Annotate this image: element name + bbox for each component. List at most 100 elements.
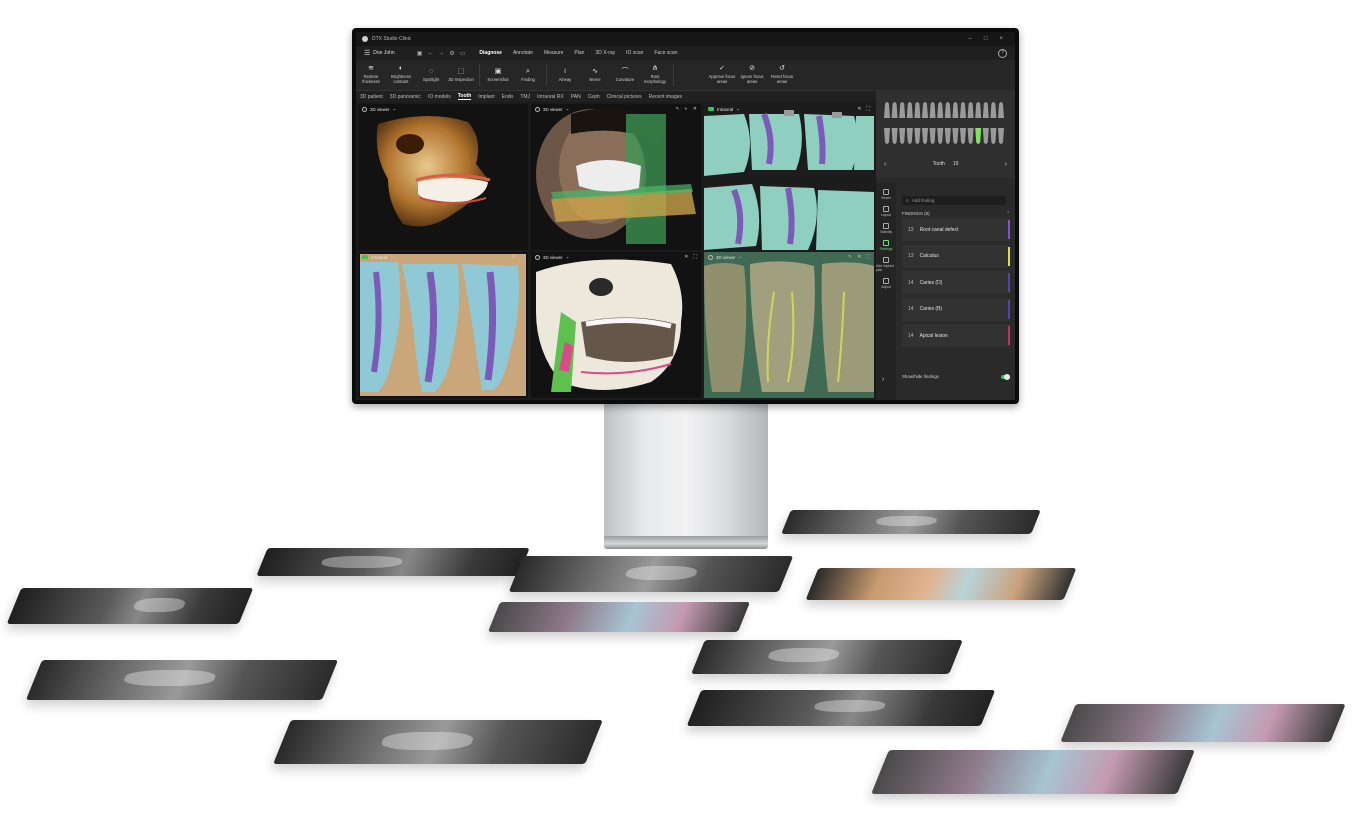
view-tab-ceph[interactable]: Ceph [588, 94, 600, 100]
tooth[interactable] [944, 102, 951, 118]
tooth[interactable] [937, 128, 944, 144]
pane-label[interactable]: 3D viewer [543, 107, 563, 112]
finding-item[interactable]: 14 Apical lesion [902, 324, 1010, 347]
toolbar-button-airway[interactable]: ≀ Airway [550, 68, 580, 83]
view-tab-implant[interactable]: Implant [478, 94, 494, 100]
tooth[interactable] [975, 102, 982, 118]
view-tab-tmj[interactable]: TMJ [520, 94, 530, 100]
toolbar-button-spotlight[interactable]: ◌ Spotlight [416, 68, 446, 83]
tooth[interactable] [906, 102, 913, 118]
tooth[interactable] [884, 102, 890, 118]
finding-search-input[interactable] [911, 198, 1002, 203]
tooth[interactable] [899, 102, 906, 118]
pane-label[interactable]: 3D viewer [370, 107, 390, 112]
undo-icon[interactable]: ← [427, 50, 433, 57]
user-name[interactable]: Doe John [373, 50, 394, 56]
pane-label[interactable]: Intraoral [717, 107, 733, 112]
tab-face-scan[interactable]: Face scan [654, 50, 677, 56]
tooth[interactable] [929, 128, 936, 144]
side-icon-findings[interactable]: Findings [876, 240, 896, 251]
fullscreen-icon[interactable]: ⛶ [866, 106, 870, 112]
toolbar-button-approve-focus-areas[interactable]: ✓ Approve focus areas [707, 65, 737, 84]
minimize-button[interactable]: – [969, 36, 972, 42]
tooth[interactable] [937, 102, 944, 118]
viewer-pane-5[interactable]: 3D viewer ⌄ ✕ ⛶ [531, 252, 701, 398]
view-tab-recent-images[interactable]: Recent images [649, 94, 682, 100]
close-icon[interactable]: ✕ [684, 254, 688, 260]
tooth[interactable] [891, 128, 898, 144]
tooth[interactable] [990, 102, 997, 118]
selected-tooth[interactable] [975, 128, 982, 144]
contrast-icon[interactable]: ◐ [685, 106, 688, 112]
tooth[interactable] [899, 128, 906, 144]
finding-search[interactable]: ⌕ [902, 196, 1006, 205]
close-icon[interactable]: ✕ [511, 254, 515, 260]
finding-item[interactable]: 14 Caries (D) [902, 271, 1010, 294]
gallery-icon[interactable]: ▭ [460, 50, 466, 57]
finding-item[interactable]: 13 Calculus [902, 244, 1010, 268]
maximize-button[interactable]: □ [984, 36, 988, 42]
help-icon[interactable]: ? [998, 48, 1007, 58]
redo-icon[interactable]: → [438, 50, 444, 57]
tooth[interactable] [922, 128, 928, 144]
tab-annotate[interactable]: Annotate [513, 50, 533, 56]
tooth[interactable] [891, 102, 898, 118]
fullscreen-icon[interactable]: ⛶ [866, 254, 870, 260]
chevron-down-icon[interactable]: ⌄ [393, 106, 397, 112]
chevron-down-icon[interactable]: ⌄ [739, 254, 743, 260]
view-tab-tooth[interactable]: Tooth [457, 93, 472, 100]
settings-icon[interactable]: ⚙ [449, 50, 454, 57]
tooth[interactable] [998, 128, 1004, 144]
side-icon-visibility[interactable]: Visibility [876, 223, 896, 234]
tooth[interactable] [990, 128, 997, 144]
show-hide-toggle[interactable] [1001, 373, 1010, 380]
chevron-down-icon[interactable]: ⌄ [390, 254, 394, 260]
close-icon[interactable]: ✕ [857, 254, 861, 260]
tooth[interactable] [914, 128, 921, 144]
view-tab-clinical-pictures[interactable]: Clinical pictures [607, 94, 642, 100]
toolbar-button-restore-thickness[interactable]: ≋ Restore thickness [356, 65, 386, 84]
tooth[interactable] [944, 128, 951, 144]
side-icon-viewer[interactable]: Viewer [876, 189, 896, 200]
tooth[interactable] [982, 128, 989, 144]
finding-item[interactable]: 13 Root canal defect [902, 218, 1010, 241]
close-icon[interactable]: ✕ [857, 106, 861, 112]
toolbar-button-root-morphology[interactable]: ⋔ Root morphology [640, 65, 670, 84]
tooth[interactable] [952, 102, 959, 118]
tooth[interactable] [960, 128, 966, 144]
toolbar-button-finding[interactable]: ⌕ Finding [513, 68, 543, 83]
viewer-pane-1[interactable]: 3D viewer ⌄ [358, 104, 528, 250]
tab-plan[interactable]: Plan [574, 50, 584, 56]
view-tab-3d-patient[interactable]: 3D patient [360, 94, 383, 100]
viewer-pane-6[interactable]: 3D viewer ⌄ ↖ ✕ ⛶ [704, 252, 874, 398]
view-tab-pan[interactable]: PAN [571, 94, 581, 100]
view-tab-3d-panoramic[interactable]: 3D panoramic [390, 94, 421, 100]
fullscreen-icon[interactable]: ⛶ [520, 254, 524, 260]
viewer-pane-4[interactable]: Intraoral ⌄ ✕ ⛶ [358, 252, 528, 398]
toolbar-button-disabled[interactable] [677, 70, 707, 80]
cursor-icon[interactable]: ↖ [676, 106, 680, 112]
toolbar-button-reset-focus-areas[interactable]: ↺ Reset focus areas [767, 65, 797, 84]
side-icon-adjust[interactable]: Adjust [876, 278, 896, 289]
tooth[interactable] [960, 102, 966, 118]
save-icon[interactable]: ▣ [417, 50, 423, 57]
tooth[interactable] [998, 102, 1004, 118]
tooth[interactable] [914, 102, 921, 118]
pane-label[interactable]: 3D viewer [716, 255, 736, 260]
chevron-down-icon[interactable]: ⌄ [566, 254, 570, 260]
view-tab-io-models[interactable]: IO models [428, 94, 451, 100]
findings-header[interactable]: FINDINGS (8) ⌃ [902, 211, 1010, 217]
toolbar-button-3d-inspection[interactable]: ⬚ 3D Inspection [446, 68, 476, 83]
toolbar-button-screenshot[interactable]: ▣ Screenshot [483, 68, 513, 83]
toolbar-button-brightness-contrast[interactable]: ◐ Brightness contrast [386, 65, 416, 84]
tooth[interactable] [929, 102, 936, 118]
tooth[interactable] [922, 102, 928, 118]
tab-diagnose[interactable]: Diagnose [479, 50, 502, 56]
tooth[interactable] [952, 128, 959, 144]
side-icon-layout[interactable]: Layout [876, 206, 896, 217]
fullscreen-icon[interactable]: ⛶ [693, 254, 697, 260]
tab-io-scan[interactable]: IO scan [626, 50, 643, 56]
toolbar-button-curvature[interactable]: ⌒ Curvature [610, 68, 640, 83]
toolbar-button-ignore-focus-areas[interactable]: ⊘ Ignore focus areas [737, 65, 767, 84]
tooth[interactable] [884, 128, 890, 144]
